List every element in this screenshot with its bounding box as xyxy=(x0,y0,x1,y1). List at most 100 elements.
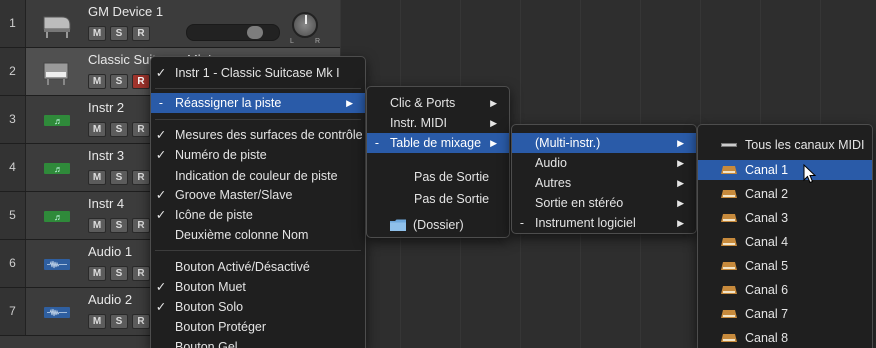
menu-item-track-assignment[interactable]: ✓ Instr 1 - Classic Suitcase Mk I xyxy=(151,63,365,83)
svg-text:♬: ♬ xyxy=(54,212,63,222)
midi-region-icon: ♬ xyxy=(44,211,70,222)
mute-button[interactable]: M xyxy=(88,266,106,281)
mute-button[interactable]: M xyxy=(88,314,106,329)
submenu-arrow-icon: ▶ xyxy=(490,138,497,148)
solo-button[interactable]: S xyxy=(110,266,128,281)
record-button[interactable]: R xyxy=(132,122,150,137)
check-icon: ✓ xyxy=(155,300,167,314)
folder-icon xyxy=(390,219,406,231)
menu-item-click-ports[interactable]: Clic & Ports ▶ xyxy=(367,93,509,113)
pan-left-label: L xyxy=(290,38,294,45)
record-button[interactable]: R xyxy=(132,74,150,89)
mute-button[interactable]: M xyxy=(88,170,106,185)
menu-item-track-number[interactable]: ✓ Numéro de piste xyxy=(151,145,365,165)
track-name[interactable]: Instr 2 xyxy=(88,100,124,115)
mute-button[interactable]: M xyxy=(88,74,106,89)
record-button[interactable]: R xyxy=(132,266,150,281)
track-number: 1 xyxy=(0,0,26,47)
menu-item-midi-instr[interactable]: Instr. MIDI ▶ xyxy=(367,113,509,133)
submenu-arrow-icon: ▶ xyxy=(677,198,684,208)
pan-knob[interactable] xyxy=(292,12,318,38)
menu-item-reassign-track[interactable]: - Réassigner la piste ▶ xyxy=(151,93,365,113)
menu-item-second-name-column[interactable]: Deuxième colonne Nom xyxy=(151,225,365,245)
fader-knob[interactable] xyxy=(247,26,263,39)
mixer-submenu: (Multi-instr.) ▶ Audio ▶ Autres ▶ Sortie… xyxy=(511,124,697,234)
menu-item-audio[interactable]: Audio ▶ xyxy=(512,153,696,173)
menu-item-groove-master[interactable]: ✓ Groove Master/Slave xyxy=(151,185,365,205)
menu-item-track-color-bar[interactable]: Indication de couleur de piste xyxy=(151,166,365,186)
track-number: 4 xyxy=(0,144,26,191)
check-icon: ✓ xyxy=(155,148,167,162)
track-name[interactable]: Audio 1 xyxy=(88,244,132,259)
solo-button[interactable]: S xyxy=(110,122,128,137)
record-button[interactable]: R xyxy=(132,26,150,41)
mouse-pointer-icon xyxy=(803,164,817,184)
track-name[interactable]: Audio 2 xyxy=(88,292,132,307)
menu-item-control-surface-bars[interactable]: ✓ Mesures des surfaces de contrôle xyxy=(151,125,365,145)
check-icon: ✓ xyxy=(155,66,167,80)
reassign-track-submenu: Clic & Ports ▶ Instr. MIDI ▶ - Table de … xyxy=(366,86,510,238)
record-button[interactable]: R xyxy=(132,218,150,233)
synth-keyboard-icon xyxy=(721,238,737,246)
menu-item-channel-1[interactable]: Canal 1 xyxy=(698,160,872,180)
record-button[interactable]: R xyxy=(132,314,150,329)
menu-item-track-icon[interactable]: ✓ Icône de piste xyxy=(151,205,365,225)
menu-item-folder[interactable]: (Dossier) xyxy=(367,215,509,235)
track-header-context-menu: ✓ Instr 1 - Classic Suitcase Mk I - Réas… xyxy=(150,56,366,348)
menu-item-no-output-2[interactable]: Pas de Sortie xyxy=(367,189,509,209)
menu-item-freeze-button[interactable]: Bouton Gel xyxy=(151,337,365,348)
menu-item-others[interactable]: Autres ▶ xyxy=(512,173,696,193)
menu-item-channel-3[interactable]: Canal 3 xyxy=(698,208,872,228)
solo-button[interactable]: S xyxy=(110,218,128,233)
menu-item-channel-6[interactable]: Canal 6 xyxy=(698,280,872,300)
track-name[interactable]: GM Device 1 xyxy=(88,4,163,19)
pan-right-label: R xyxy=(315,38,321,45)
mute-button[interactable]: M xyxy=(88,122,106,137)
check-icon: ✓ xyxy=(155,188,167,202)
synth-keyboard-icon xyxy=(721,190,737,198)
solo-button[interactable]: S xyxy=(110,74,128,89)
mute-button[interactable]: M xyxy=(88,26,106,41)
solo-button[interactable]: S xyxy=(110,26,128,41)
menu-item-channel-8[interactable]: Canal 8 xyxy=(698,328,872,348)
menu-item-stereo-output[interactable]: Sortie en stéréo ▶ xyxy=(512,193,696,213)
menu-item-on-off-button[interactable]: Bouton Activé/Désactivé xyxy=(151,257,365,277)
menu-separator xyxy=(155,250,361,251)
menu-item-solo-button[interactable]: ✓ Bouton Solo xyxy=(151,297,365,317)
svg-text:♬: ♬ xyxy=(54,164,63,174)
menu-item-multi-instr[interactable]: (Multi-instr.) ▶ xyxy=(512,133,696,153)
mixed-state-indicator: - xyxy=(374,136,380,150)
menu-item-no-output-1[interactable]: Pas de Sortie xyxy=(367,167,509,187)
solo-button[interactable]: S xyxy=(110,314,128,329)
synth-keyboard-icon xyxy=(721,214,737,222)
mixed-state-indicator: - xyxy=(158,96,164,110)
solo-button[interactable]: S xyxy=(110,170,128,185)
menu-item-all-midi-channels[interactable]: Tous les canaux MIDI xyxy=(698,135,872,155)
submenu-arrow-icon: ▶ xyxy=(490,98,497,108)
menu-item-channel-4[interactable]: Canal 4 xyxy=(698,232,872,252)
track-number: 5 xyxy=(0,192,26,239)
audio-waveform-icon xyxy=(44,307,70,318)
menu-item-mute-button[interactable]: ✓ Bouton Muet xyxy=(151,277,365,297)
menu-item-channel-7[interactable]: Canal 7 xyxy=(698,304,872,324)
mute-button[interactable]: M xyxy=(88,218,106,233)
menu-item-software-instrument[interactable]: - Instrument logiciel ▶ xyxy=(512,213,696,233)
record-button[interactable]: R xyxy=(132,170,150,185)
menu-item-mixer[interactable]: - Table de mixage ▶ xyxy=(367,133,509,153)
track-name[interactable]: Instr 4 xyxy=(88,196,124,211)
track-number: 2 xyxy=(0,48,26,95)
menu-item-channel-2[interactable]: Canal 2 xyxy=(698,184,872,204)
midi-region-icon: ♬ xyxy=(44,163,70,174)
track-row-1[interactable]: 1 GM Device 1 M S R L R xyxy=(0,0,340,48)
multi-instrument-channel-submenu: Tous les canaux MIDI Canal 1 Canal 2 Can… xyxy=(697,124,873,348)
submenu-arrow-icon: ▶ xyxy=(677,138,684,148)
synth-keyboard-icon xyxy=(721,310,737,318)
track-number: 6 xyxy=(0,240,26,287)
check-icon: ✓ xyxy=(155,208,167,222)
menu-item-channel-5[interactable]: Canal 5 xyxy=(698,256,872,276)
menu-item-protect-button[interactable]: Bouton Protéger xyxy=(151,317,365,337)
electric-piano-icon xyxy=(43,62,69,85)
volume-fader[interactable] xyxy=(186,24,280,41)
check-icon: ✓ xyxy=(155,280,167,294)
track-name[interactable]: Instr 3 xyxy=(88,148,124,163)
